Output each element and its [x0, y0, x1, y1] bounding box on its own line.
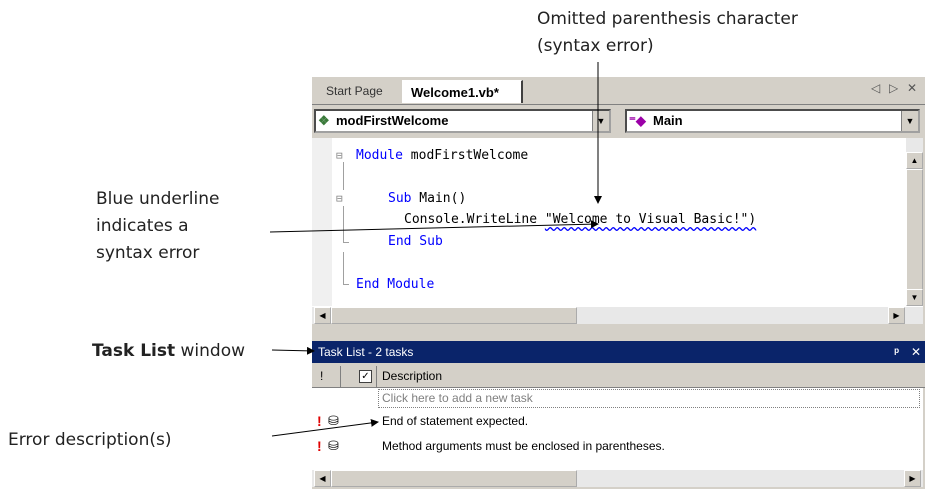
arrow-task-list [271, 346, 315, 355]
arrow-error-description [271, 418, 379, 437]
arrow-blue-underline [269, 220, 599, 233]
callout-lines [269, 62, 602, 437]
